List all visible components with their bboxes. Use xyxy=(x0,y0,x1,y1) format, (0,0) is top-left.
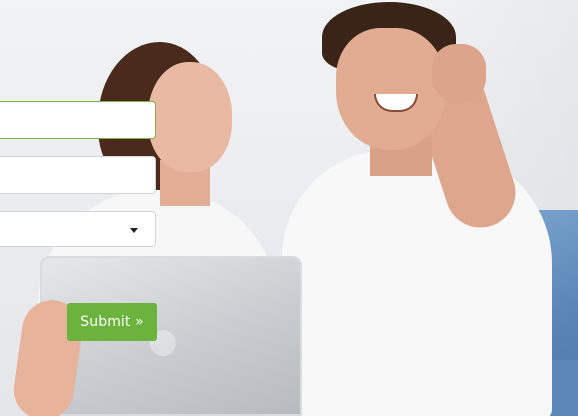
woman-face xyxy=(148,62,232,172)
name-field[interactable] xyxy=(0,101,156,139)
signup-form: Submit » xyxy=(0,0,160,416)
submit-button[interactable]: Submit » xyxy=(67,303,157,341)
select-dropdown[interactable] xyxy=(0,211,156,247)
man-hand xyxy=(432,44,486,102)
man-face xyxy=(336,28,446,150)
email-field[interactable] xyxy=(0,156,156,194)
chevron-down-icon xyxy=(130,228,138,233)
